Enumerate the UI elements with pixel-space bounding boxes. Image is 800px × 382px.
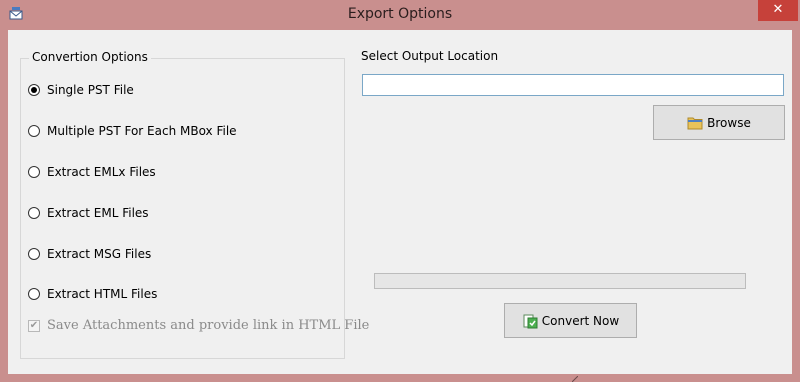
radio-label: Multiple PST For Each MBox File [47, 124, 237, 138]
progress-bar [374, 273, 746, 289]
radio-button[interactable] [28, 288, 40, 300]
dialog-body: Convertion Options Single PST File Multi… [8, 30, 792, 374]
resize-grip-icon[interactable] [572, 376, 578, 382]
folder-icon [687, 117, 703, 129]
radio-button[interactable] [28, 84, 40, 96]
convert-now-button[interactable]: Convert Now [504, 303, 637, 338]
radio-label: Extract EML Files [47, 206, 149, 220]
radio-label: Extract MSG Files [47, 247, 152, 261]
save-attachments-checkbox[interactable]: ✔ [28, 320, 40, 332]
save-attachments-label: Save Attachments and provide link in HTM… [47, 318, 370, 333]
window-title: Export Options [347, 6, 453, 22]
radio-button[interactable] [28, 125, 40, 137]
radio-button[interactable] [28, 207, 40, 219]
export-options-window: Export Options ✕ Convertion Options Sing… [0, 0, 800, 382]
browse-button[interactable]: Browse [653, 105, 785, 140]
browse-button-label: Browse [707, 115, 751, 130]
output-location-input[interactable] [362, 74, 784, 96]
radio-button[interactable] [28, 166, 40, 178]
close-button[interactable]: ✕ [758, 0, 798, 21]
radio-label: Extract EMLx Files [47, 165, 156, 179]
convert-now-label: Convert Now [541, 313, 620, 328]
radio-label: Single PST File [47, 83, 134, 97]
radio-label: Extract HTML Files [47, 287, 158, 301]
convert-icon [523, 314, 538, 328]
title-bar[interactable]: Export Options ✕ [0, 0, 800, 30]
group-legend: Convertion Options [29, 50, 151, 64]
radio-button[interactable] [28, 248, 40, 260]
output-location-label: Select Output Location [361, 49, 499, 63]
